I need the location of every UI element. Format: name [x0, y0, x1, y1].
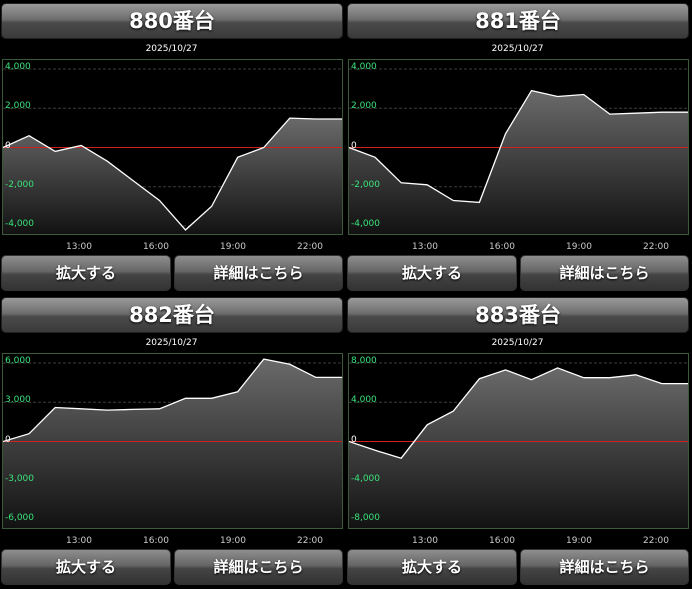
chart-date: 2025/10/27: [145, 44, 198, 54]
x-tick-label: 16:00: [143, 242, 169, 252]
y-tick-label: 0: [351, 434, 357, 445]
graph-canvas: [3, 358, 342, 528]
machine-title: 883番台: [347, 297, 689, 333]
expand-button[interactable]: 拡大する: [347, 255, 517, 291]
y-tick-label: 0: [5, 140, 11, 151]
detail-button[interactable]: 詳細はこちら: [520, 549, 689, 585]
y-tick-label: -6,000: [5, 513, 35, 523]
y-tick-label: 4,000: [351, 62, 377, 72]
y-tick-label: 0: [5, 434, 11, 445]
area-fill: [3, 118, 342, 234]
expand-button[interactable]: 拡大する: [347, 549, 517, 585]
y-tick-label: -2,000: [5, 179, 35, 190]
x-tick-label: 16:00: [489, 242, 515, 252]
slump-graph[interactable]: [2, 353, 343, 529]
y-tick-label: 2,000: [5, 101, 31, 112]
x-tick-label: 19:00: [566, 242, 592, 252]
chart-date: 2025/10/27: [145, 338, 198, 348]
x-tick-label: 19:00: [220, 242, 246, 252]
machine-title: 881番台: [347, 3, 689, 39]
graph-canvas: [349, 362, 688, 528]
y-tick-label: -4,000: [351, 473, 381, 484]
y-tick-label: 6,000: [5, 356, 31, 366]
x-tick-label: 13:00: [66, 536, 92, 546]
x-tick-label: 22:00: [297, 536, 323, 546]
x-tick-label: 22:00: [643, 242, 669, 252]
y-tick-label: -2,000: [351, 179, 381, 190]
area-fill: [3, 359, 342, 528]
y-tick-label: 3,000: [5, 395, 31, 406]
x-tick-label: 16:00: [143, 536, 169, 546]
slump-graph[interactable]: [348, 59, 689, 235]
x-tick-label: 19:00: [220, 536, 246, 546]
machine-panel-2: 882番台 2025/10/27 拡大する 詳細はこちら 6,000 3,000 0…: [0, 294, 343, 588]
detail-button[interactable]: 詳細はこちら: [174, 549, 343, 585]
y-tick-label: -3,000: [5, 473, 35, 484]
y-tick-label: 0: [351, 140, 357, 151]
expand-button[interactable]: 拡大する: [1, 549, 171, 585]
chart-date: 2025/10/27: [491, 338, 544, 348]
detail-button[interactable]: 詳細はこちら: [174, 255, 343, 291]
x-tick-label: 16:00: [489, 536, 515, 546]
machine-title: 882番台: [1, 297, 343, 333]
area-fill: [349, 367, 688, 528]
y-tick-label: 4,000: [351, 395, 377, 406]
graph-canvas: [3, 68, 342, 234]
machine-title: 880番台: [1, 3, 343, 39]
y-tick-label: 4,000: [5, 62, 31, 72]
y-tick-label: 8,000: [351, 356, 377, 366]
x-tick-label: 13:00: [66, 242, 92, 252]
x-tick-label: 13:00: [412, 536, 438, 546]
slump-graph[interactable]: [2, 59, 343, 235]
x-tick-label: 19:00: [566, 536, 592, 546]
y-tick-label: -4,000: [5, 219, 35, 229]
detail-button[interactable]: 詳細はこちら: [520, 255, 689, 291]
expand-button[interactable]: 拡大する: [1, 255, 171, 291]
x-tick-label: 22:00: [297, 242, 323, 252]
machine-panel-3: 883番台 2025/10/27 拡大する 詳細はこちら 8,000 4,000 0…: [346, 294, 689, 588]
y-tick-label: 2,000: [351, 101, 377, 112]
machine-panel-0: 880番台 2025/10/27 拡大する 詳細はこちら 4,000 2,000 0…: [0, 0, 343, 294]
y-tick-label: -8,000: [351, 513, 381, 523]
chart-date: 2025/10/27: [491, 44, 544, 54]
x-tick-label: 13:00: [412, 242, 438, 252]
x-tick-label: 22:00: [643, 536, 669, 546]
graph-canvas: [349, 68, 688, 234]
y-tick-label: -4,000: [351, 219, 381, 229]
machine-panel-1: 881番台 2025/10/27 拡大する 詳細はこちら 4,000 2,000 0…: [346, 0, 689, 294]
slump-graph[interactable]: [348, 353, 689, 529]
